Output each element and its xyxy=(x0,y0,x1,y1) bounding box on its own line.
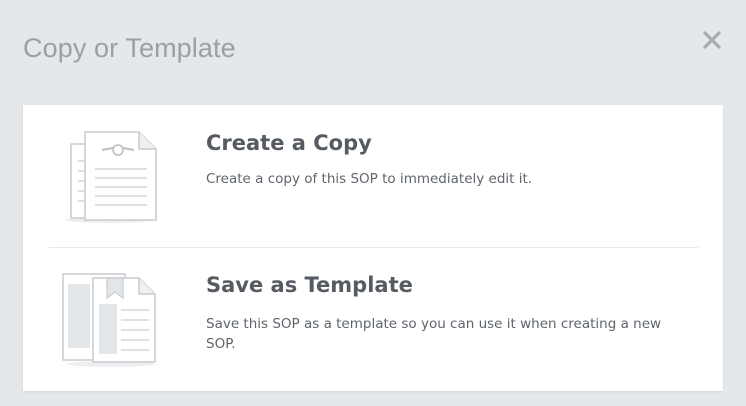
create-copy-title: Create a Copy xyxy=(206,131,372,155)
close-button[interactable] xyxy=(701,29,723,51)
save-as-template-option[interactable]: Save as Template Save this SOP as a temp… xyxy=(23,248,723,391)
dialog-title: Copy or Template xyxy=(23,33,236,63)
create-copy-option[interactable]: Create a Copy Create a copy of this SOP … xyxy=(23,105,723,247)
save-as-template-description: Save this SOP as a template so you can u… xyxy=(206,316,662,352)
close-icon[interactable] xyxy=(701,29,723,51)
save-as-template-title: Save as Template xyxy=(206,273,413,297)
options-card: Create a Copy Create a copy of this SOP … xyxy=(23,105,723,391)
create-copy-description: Create a copy of this SOP to immediately… xyxy=(206,171,533,187)
copy-document-icon xyxy=(65,131,157,223)
copy-or-template-dialog: Copy or Template Create a Copy Create a … xyxy=(0,0,746,406)
template-documents-icon xyxy=(62,273,156,367)
